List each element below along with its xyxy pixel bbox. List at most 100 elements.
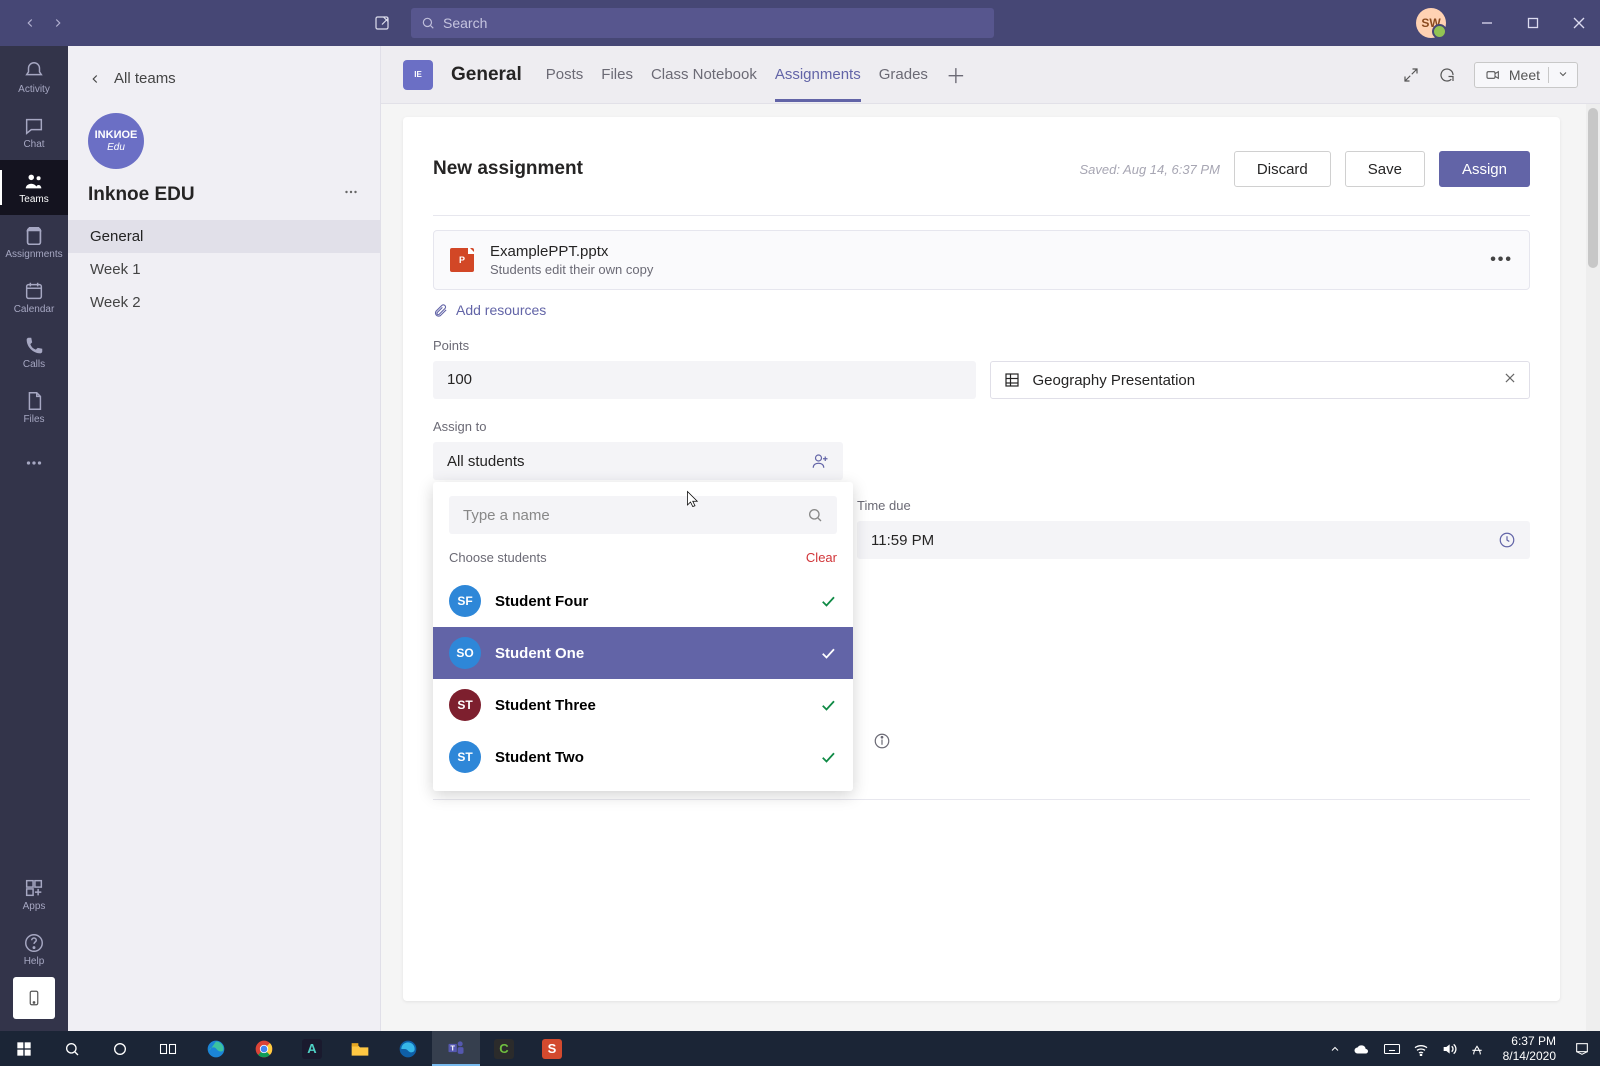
taskbar-search[interactable] [48,1031,96,1066]
user-avatar[interactable]: SW [1416,8,1446,38]
main-area: IE General Posts Files Class Notebook As… [381,46,1600,1031]
team-name: Inknoe EDU [88,184,195,206]
save-button[interactable]: Save [1345,151,1425,187]
add-person-icon[interactable] [811,452,829,470]
check-icon [819,748,837,766]
rail-calls[interactable]: Calls [0,325,68,380]
points-label: Points [433,338,1530,353]
tab-posts[interactable]: Posts [546,48,584,101]
rail-more[interactable] [0,435,68,490]
tray-chevron-up-icon[interactable] [1329,1043,1341,1055]
tray-input-icon[interactable] [1469,1041,1485,1057]
cortana-button[interactable] [96,1031,144,1066]
discard-button[interactable]: Discard [1234,151,1331,187]
clock-icon [1498,531,1516,549]
scrollbar[interactable] [1586,104,1600,1031]
rail-assignments[interactable]: Assignments [0,215,68,270]
start-button[interactable] [0,1031,48,1066]
student-option-one[interactable]: SO Student One [433,627,853,679]
student-option-four[interactable]: SF Student Four [433,575,853,627]
team-more-button[interactable] [342,183,360,206]
powerpoint-icon: P [450,248,474,272]
info-icon[interactable] [873,732,891,750]
all-teams-link[interactable]: All teams [68,62,380,95]
rail-apps[interactable]: Apps [0,867,68,922]
windows-taskbar: A T C S 6:37 PM 8/14/2020 [0,1031,1600,1066]
student-option-two[interactable]: ST Student Two [433,731,853,783]
check-icon [819,696,837,714]
rubric-chip[interactable]: Geography Presentation [990,361,1531,399]
tray-onedrive-icon[interactable] [1353,1043,1371,1055]
add-resources-link[interactable]: Add resources [433,302,1530,318]
tab-grades[interactable]: Grades [879,48,928,101]
rail-mobile-button[interactable] [13,977,55,1019]
channel-general[interactable]: General [68,220,380,253]
taskbar-edge[interactable] [192,1031,240,1066]
avatar: SF [449,585,481,617]
nav-forward-button[interactable] [44,9,72,37]
channel-team-avatar: IE [403,60,433,90]
rail-calendar[interactable]: Calendar [0,270,68,325]
rail-help[interactable]: Help [0,922,68,977]
task-view-button[interactable] [144,1031,192,1066]
channel-week-2[interactable]: Week 2 [68,286,380,319]
nav-back-button[interactable] [16,9,44,37]
taskbar-camtasia[interactable]: C [480,1031,528,1066]
rail-files[interactable]: Files [0,380,68,435]
left-panel: All teams INKИOE Edu Inknoe EDU General … [68,46,381,1031]
add-tab-button[interactable]: ＋ [946,60,966,89]
team-logo[interactable]: INKИOE Edu [88,113,144,169]
tray-wifi-icon[interactable] [1413,1042,1429,1056]
rail-chat[interactable]: Chat [0,105,68,160]
attachment-filename: ExamplePPT.pptx [490,243,1474,260]
search-icon [421,16,435,30]
taskbar-explorer[interactable] [336,1031,384,1066]
clear-students-button[interactable]: Clear [806,550,837,565]
refresh-icon[interactable] [1438,66,1456,84]
attachment-more-button[interactable]: ••• [1490,251,1513,269]
meet-button[interactable]: Meet [1474,62,1578,88]
tray-keyboard-icon[interactable] [1383,1042,1401,1056]
student-search-input[interactable]: Type a name [449,496,837,534]
compose-button[interactable] [365,6,399,40]
tray-volume-icon[interactable] [1441,1042,1457,1056]
tray-notifications-icon[interactable] [1574,1041,1590,1057]
tab-assignments[interactable]: Assignments [775,48,861,101]
tab-files[interactable]: Files [601,48,633,101]
remove-rubric-button[interactable] [1503,371,1517,389]
window-maximize-button[interactable] [1520,10,1546,36]
attachment-subtitle: Students edit their own copy [490,262,1474,277]
app-rail: Activity Chat Teams Assignments Calendar… [0,46,68,1031]
window-close-button[interactable] [1566,10,1592,36]
time-due-input[interactable]: 11:59 PM [857,521,1530,559]
video-icon [1485,67,1501,83]
assign-button[interactable]: Assign [1439,151,1530,187]
tray-clock[interactable]: 6:37 PM 8/14/2020 [1503,1034,1556,1063]
chevron-left-icon [88,72,102,86]
paperclip-icon [433,303,448,318]
search-icon [807,507,823,523]
search-input[interactable]: Search [411,8,994,38]
rubric-icon [1003,371,1021,389]
taskbar-teams[interactable]: T [432,1031,480,1066]
svg-text:T: T [450,1043,455,1052]
attachment-row[interactable]: P ExamplePPT.pptx Students edit their ow… [433,230,1530,290]
channel-week-1[interactable]: Week 1 [68,253,380,286]
expand-icon[interactable] [1402,66,1420,84]
taskbar-app-a[interactable]: A [288,1031,336,1066]
taskbar-snagit[interactable]: S [528,1031,576,1066]
student-picker-dropdown: Type a name Choose students Clear SF Stu… [433,482,853,791]
points-input[interactable]: 100 [433,361,976,399]
student-option-three[interactable]: ST Student Three [433,679,853,731]
taskbar-edge-2[interactable] [384,1031,432,1066]
rail-activity[interactable]: Activity [0,50,68,105]
tab-class-notebook[interactable]: Class Notebook [651,48,757,101]
assign-to-input[interactable]: All students [433,442,843,480]
taskbar-chrome[interactable] [240,1031,288,1066]
rail-teams[interactable]: Teams [0,160,68,215]
saved-status: Saved: Aug 14, 6:37 PM [1079,162,1219,177]
window-minimize-button[interactable] [1474,10,1500,36]
check-icon [819,644,837,662]
avatar: ST [449,741,481,773]
channel-tabs: IE General Posts Files Class Notebook As… [381,46,1600,104]
